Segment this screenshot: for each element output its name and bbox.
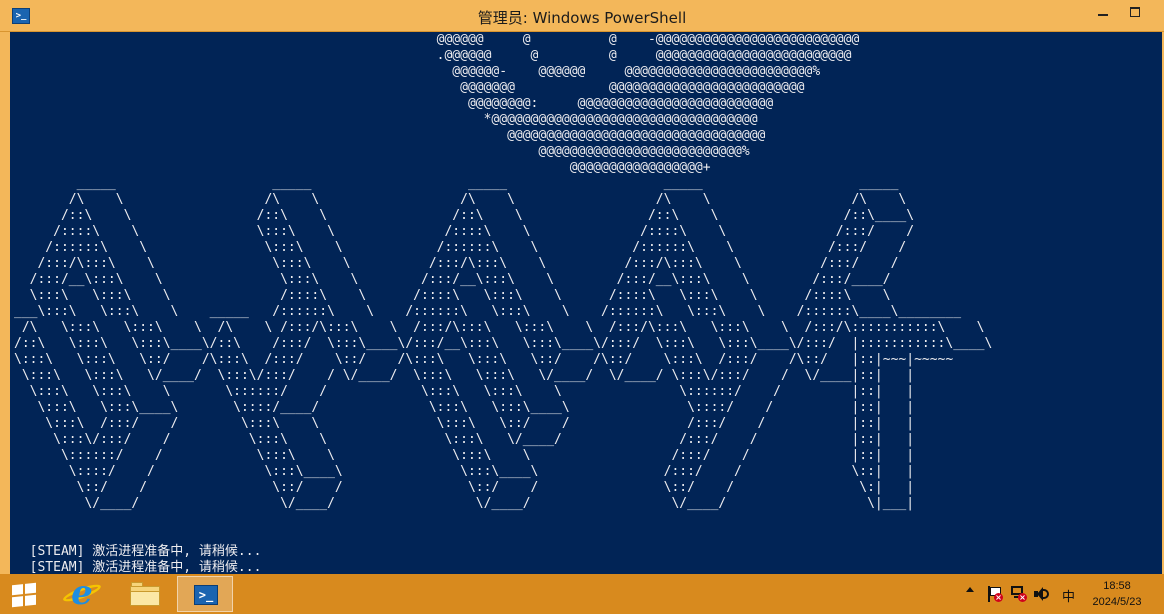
console-line: \:::\ \:::\ \::/ /\:::\ /:::/ \::/ /\:::… bbox=[14, 352, 954, 367]
volume-icon[interactable] bbox=[1034, 586, 1052, 602]
console-line: /:::/__\:::\ \ \:::\ \ /:::/__\:::\ \ /:… bbox=[14, 272, 891, 287]
console-line: /::::\ \ \:::\ \ /::::\ \ /::::\ \ /:::/… bbox=[14, 224, 915, 239]
console-line: @@@@@@@@@@@@@@@@@+ bbox=[14, 160, 711, 175]
clock-date: 2024/5/23 bbox=[1092, 596, 1142, 608]
minimize-button[interactable] bbox=[1088, 0, 1118, 24]
console-line: /\ \:::\ \:::\ \ /\ \ /:::/\:::\ \ /:::/… bbox=[14, 320, 985, 335]
show-hidden-icons-chevron-icon[interactable] bbox=[964, 584, 976, 596]
taskbar-app-file-explorer[interactable] bbox=[116, 576, 172, 612]
network-icon[interactable]: × bbox=[1010, 586, 1027, 602]
ime-indicator[interactable]: 中 bbox=[1062, 586, 1075, 605]
console-line: /\ \ /\ \ /\ \ /\ \ /\ \ bbox=[14, 192, 907, 207]
console-line: _____ _____ _____ _____ _____ bbox=[14, 176, 899, 191]
clock-time: 18:58 bbox=[1103, 580, 1131, 592]
console-line: *@@@@@@@@@@@@@@@@@@@@@@@@@@@@@@@@@@ bbox=[14, 112, 758, 127]
clock[interactable]: 18:58 2024/5/23 bbox=[1080, 578, 1154, 610]
console-output: @@@@@@ @ @ -@@@@@@@@@@@@@@@@@@@@@@@@@@ .… bbox=[14, 32, 992, 574]
console-area[interactable]: @@@@@@ @ @ -@@@@@@@@@@@@@@@@@@@@@@@@@@ .… bbox=[0, 32, 1164, 574]
powershell-icon: >_ bbox=[194, 585, 218, 605]
console-line: [STEAM] 激活进程准备中, 请稍候... bbox=[14, 560, 262, 574]
console-line: @@@@@@@@@@@@@@@@@@@@@@@@@@% bbox=[14, 144, 750, 159]
console-line: \::/ / \::/ / \::/ / \::/ / \:| | bbox=[14, 480, 915, 495]
console-line: \:::\ /:::/ / \:::\ \ \:::\ \::/ / /:::/… bbox=[14, 416, 915, 431]
console-line: /:::/\:::\ \ \:::\ \ /:::/\:::\ \ /:::/\… bbox=[14, 256, 899, 271]
ie-icon: e bbox=[71, 573, 93, 613]
window-titlebar[interactable]: >_ 管理员: Windows PowerShell bbox=[0, 0, 1164, 32]
console-line: @@@@@@@ @@@@@@@@@@@@@@@@@@@@@@@@@ bbox=[14, 80, 805, 95]
console-line: ___\:::\ \:::\ \ _____ /::::::\ \ /:::::… bbox=[14, 304, 962, 319]
console-line: \:::\ \:::\ \ \::::::/ / \:::\ \:::\ \ \… bbox=[14, 384, 915, 399]
console-line: @@@@@@ @ @ -@@@@@@@@@@@@@@@@@@@@@@@@@@ bbox=[14, 32, 860, 47]
start-button[interactable] bbox=[10, 582, 40, 608]
console-line: /::\ \ /::\ \ /::\ \ /::\ \ /::\____\ bbox=[14, 208, 915, 223]
console-line: \:::\ \:::\ \/____/ \:::\/:::/ / \/____/… bbox=[14, 368, 915, 383]
console-line: \/____/ \/____/ \/____/ \/____/ \|___| bbox=[14, 496, 915, 511]
console-line: [STEAM] 激活进程准备中, 请稍候... bbox=[14, 544, 262, 559]
console-line: \::::/ / \:::\____\ \:::\____\ /:::/ / \… bbox=[14, 464, 915, 479]
taskbar-app-powershell[interactable]: >_ bbox=[177, 576, 233, 612]
action-center-flag-icon[interactable]: × bbox=[986, 586, 1003, 602]
taskbar-app-internet-explorer[interactable]: e bbox=[54, 576, 110, 612]
console-line: @@@@@@- @@@@@@ @@@@@@@@@@@@@@@@@@@@@@@@% bbox=[14, 64, 821, 79]
console-line: \:::\/:::/ / \:::\ \ \:::\ \/____/ /:::/… bbox=[14, 432, 915, 447]
console-line: /::\ \:::\ \:::\____\/::\ /:::/ \:::\___… bbox=[14, 336, 993, 351]
console-line: .@@@@@@ @ @ @@@@@@@@@@@@@@@@@@@@@@@@@ bbox=[14, 48, 852, 63]
taskbar: e >_ × × 中 18:58 2024/5/23 bbox=[0, 574, 1164, 614]
console-line: /::::::\ \ \:::\ \ /::::::\ \ /::::::\ \… bbox=[14, 240, 907, 255]
console-line: @@@@@@@@@@@@@@@@@@@@@@@@@@@@@@@@@ bbox=[14, 128, 766, 143]
console-line: \::::::/ / \:::\ \ \:::\ \ /:::/ / |::| … bbox=[14, 448, 915, 463]
console-line: @@@@@@@@: @@@@@@@@@@@@@@@@@@@@@@@@@ bbox=[14, 96, 774, 111]
window-title: 管理员: Windows PowerShell bbox=[477, 9, 687, 27]
folder-icon bbox=[130, 582, 160, 606]
maximize-button[interactable] bbox=[1120, 0, 1150, 24]
window-left-border bbox=[0, 32, 10, 574]
windows-logo-icon bbox=[12, 582, 36, 608]
console-line: \:::\ \:::\ \ /::::\ \ /::::\ \:::\ \ /:… bbox=[14, 288, 891, 303]
console-line: \:::\ \:::\____\ \::::/____/ \:::\ \:::\… bbox=[14, 400, 915, 415]
